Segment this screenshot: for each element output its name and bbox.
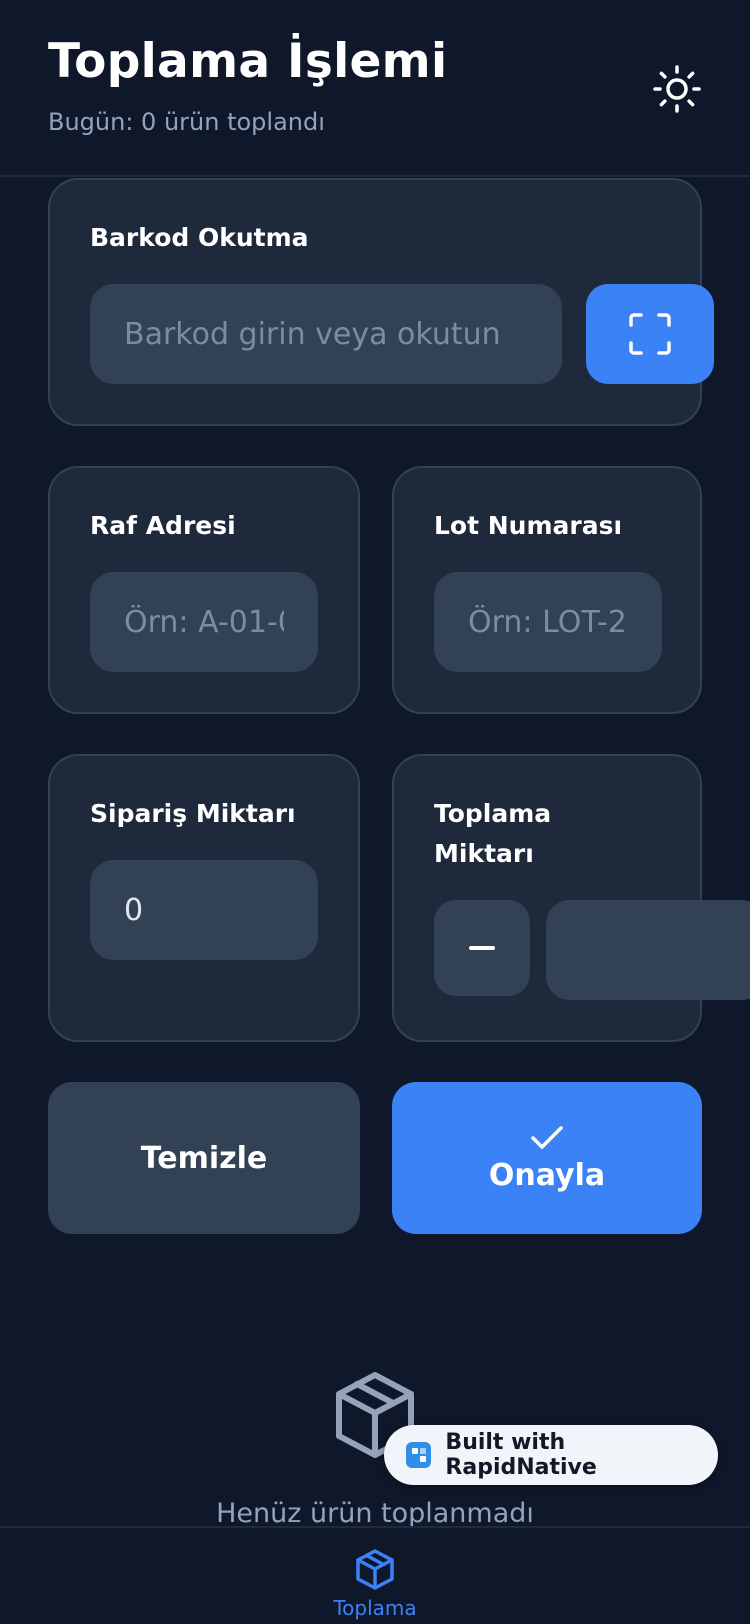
daily-count-subtitle: Bugün: 0 ürün toplandı xyxy=(48,108,325,136)
shelf-address-input[interactable] xyxy=(90,572,318,672)
scan-barcode-button[interactable] xyxy=(586,284,714,384)
shelf-address-label: Raf Adresi xyxy=(90,511,236,540)
built-with-badge[interactable]: Built with RapidNative xyxy=(384,1425,718,1485)
confirm-button[interactable]: Onayla xyxy=(392,1082,702,1234)
order-quantity-card: Sipariş Miktarı xyxy=(48,754,360,1042)
sun-icon xyxy=(653,65,701,113)
pick-quantity-input[interactable] xyxy=(546,900,750,1000)
bottom-tab-bar: Toplama xyxy=(0,1526,750,1624)
order-quantity-input[interactable] xyxy=(90,860,318,960)
order-quantity-label: Sipariş Miktarı xyxy=(90,799,296,828)
package-icon xyxy=(356,1549,394,1590)
theme-toggle-button[interactable] xyxy=(652,64,702,114)
barcode-input[interactable] xyxy=(90,284,562,384)
page-title: Toplama İşlemi xyxy=(48,34,448,89)
badge-text: Built with RapidNative xyxy=(445,1430,597,1480)
check-icon xyxy=(531,1125,563,1149)
empty-state-text: Henüz ürün toplanmadı xyxy=(216,1498,534,1529)
header: Toplama İşlemi Bugün: 0 ürün toplandı xyxy=(0,0,750,177)
rapidnative-logo-icon xyxy=(406,1442,432,1468)
minus-icon xyxy=(469,946,495,950)
lot-number-card: Lot Numarası xyxy=(392,466,702,714)
tab-toplama[interactable]: Toplama xyxy=(310,1528,440,1624)
clear-button-label: Temizle xyxy=(140,1140,268,1176)
tab-label: Toplama xyxy=(333,1596,417,1620)
barcode-label: Barkod Okutma xyxy=(90,223,309,252)
scan-frame-icon xyxy=(629,313,671,355)
lot-number-label: Lot Numarası xyxy=(434,511,623,540)
decrease-quantity-button[interactable] xyxy=(434,900,530,996)
confirm-button-label: Onayla xyxy=(488,1157,606,1193)
app-screen: Toplama İşlemi Bugün: 0 ürün toplandı Ba… xyxy=(0,0,750,1624)
lot-number-input[interactable] xyxy=(434,572,662,672)
shelf-address-card: Raf Adresi xyxy=(48,466,360,714)
clear-button[interactable]: Temizle xyxy=(48,1082,360,1234)
pick-quantity-label: Toplama Miktarı xyxy=(434,799,552,868)
